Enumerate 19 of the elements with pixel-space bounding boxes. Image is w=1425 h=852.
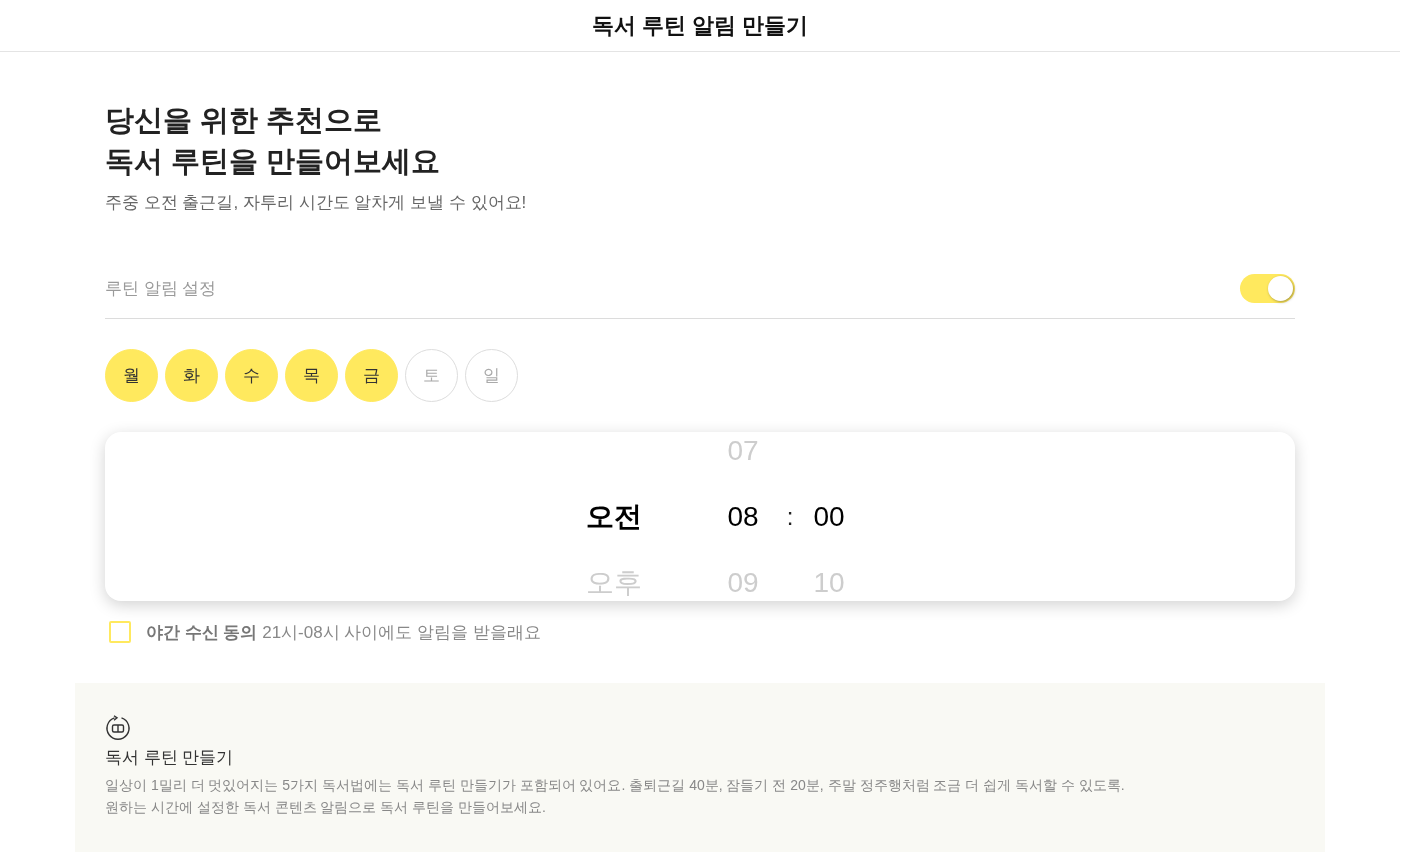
subtitle: 주중 오전 출근길, 자투리 시간도 알차게 보낼 수 있어요! [105,192,528,214]
day-button[interactable]: 금 [345,349,398,402]
checkbox[interactable] [109,621,131,643]
day-button[interactable]: 수 [225,349,278,402]
time-option[interactable]: 08 [727,501,759,533]
day-button[interactable]: 목 [285,349,338,402]
consent-label: 야간 수신 동의 21시-08시 사이에도 알림을 받을래요 [146,621,541,644]
time-option[interactable]: 오전 [586,501,642,533]
toggle-switch[interactable] [1240,273,1295,303]
circular-arrow-book-icon [105,715,131,741]
colon-separator: : [786,503,794,531]
setting-label: 루틴 알림 설정 [105,277,217,300]
day-button[interactable]: 월 [105,349,158,402]
day-button[interactable]: 화 [165,349,218,402]
info-title: 독서 루틴 만들기 [105,747,235,769]
page-title: 독서 루틴 알림 만들기 [591,11,809,40]
time-option[interactable]: 00 [813,501,845,533]
info-description: 일상이 1밀리 더 멋있어지는 5가지 독서법에는 독서 루틴 만들기가 포함되어 있어요. 출퇴근길 40분, 잠들기 전 20분, 주말 정주행처럼 조금 더 쉽게 독서할 수 있도록. 원하는 시간에 설정한 독서 콘텐츠 알림으로 독서 루틴을 만들어보세요. [105,776,1126,817]
heading: 당신을 위한 추천으로 독서 루틴을 만들어보세요 [105,103,442,179]
